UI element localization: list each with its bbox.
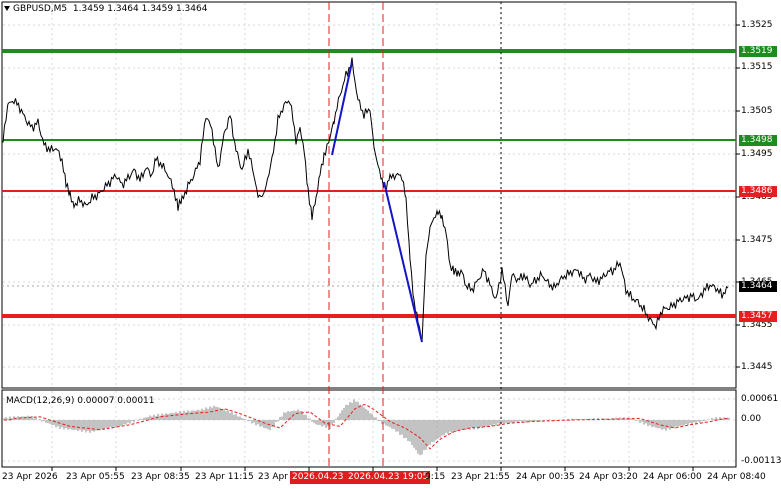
vertical-marker-1-label: 2026.04.23 [290,471,346,484]
time-label: 24 Apr 00:35 [516,472,575,482]
time-label: 23 Apr 08:35 [131,472,190,482]
time-label: 9:15 [425,472,446,482]
time-label: 24 Apr 03:20 [579,472,638,482]
chart-header: GBPUSD,M5 1.3459 1.3464 1.3459 1.3464 [4,4,207,14]
dropdown-triangle-icon[interactable] [4,6,10,11]
time-label: 23 Apr 11:15 [195,472,254,482]
vertical-marker-2-label: 2026.04.23 19:05 [346,471,431,484]
time-label: 23 Apr 2026 [2,472,58,482]
current-price-label: 1.3464 [739,281,777,292]
price-tick: 1.3525 [741,20,773,30]
trend-line-up [331,61,353,156]
level-label-2: 1.3498 [739,135,777,146]
price-series-line [2,57,729,343]
time-label: 24 Apr 08:40 [707,472,766,482]
price-tick: 1.3495 [741,149,773,159]
time-label: 23 Apr [258,472,288,482]
level-label-4: 1.3457 [739,311,777,322]
price-chart[interactable] [0,0,781,489]
main-pane-frame [1,1,737,389]
level-label-3: 1.3486 [739,186,777,197]
macd-scale-max: 0.00061 [741,394,779,404]
time-label: 24 Apr 06:00 [643,472,702,482]
level-label-1: 1.3519 [739,46,777,57]
macd-label: MACD(12,26,9) 0.00007 0.00011 [6,396,155,406]
price-tick: 1.3445 [741,362,773,372]
price-tick: 1.3475 [741,235,773,245]
time-label: 23 Apr 21:55 [451,472,510,482]
price-tick: 1.3515 [741,62,773,72]
symbol-label: GBPUSD,M5 [13,4,68,14]
time-label: 23 Apr 05:55 [66,472,125,482]
price-tick: 1.3505 [741,106,773,116]
macd-signal-line [4,403,730,450]
ohlc-values: 1.3459 1.3464 1.3459 1.3464 [72,4,208,14]
macd-scale-min: -0.00113 [741,456,781,466]
macd-scale-zero: 0.00 [741,414,762,424]
